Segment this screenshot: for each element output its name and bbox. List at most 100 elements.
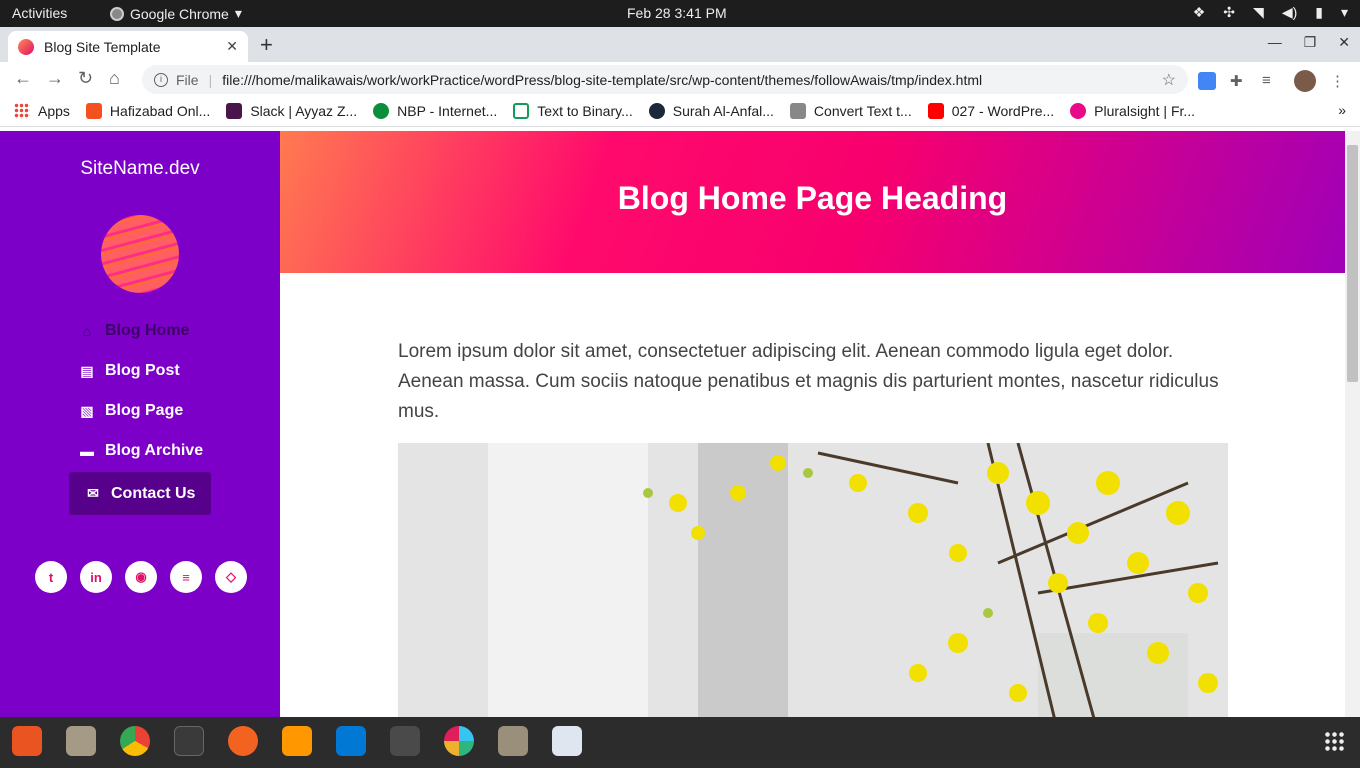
bookmark-item[interactable]: 027 - WordPre... (927, 103, 1054, 119)
slack-icon (226, 103, 243, 119)
info-icon[interactable]: i (154, 72, 168, 87)
tab-title: Blog Site Template (44, 38, 161, 55)
kebab-menu-icon[interactable]: ⋮ (1330, 72, 1348, 90)
forsythia-flowers-image (398, 443, 1228, 717)
nbp-icon (373, 103, 390, 119)
text-editor-icon[interactable] (552, 726, 582, 756)
binary-icon (513, 103, 530, 119)
show-applications-icon[interactable] (1324, 731, 1344, 751)
favicon-icon (18, 38, 34, 55)
page-heading: Blog Home Page Heading (617, 180, 1008, 216)
activities-button[interactable]: Activities (12, 5, 67, 21)
bookmark-item[interactable]: Slack | Ayyaz Z... (226, 103, 357, 119)
scrollbar-thumb[interactable] (1347, 145, 1358, 382)
battery-icon[interactable]: ▮ (1315, 4, 1323, 21)
blogger-icon (85, 103, 102, 119)
stackoverflow-icon[interactable]: ≡ (170, 561, 202, 593)
wifi-icon[interactable]: ◥ (1253, 4, 1264, 21)
home-icon[interactable]: ⌂ (109, 68, 120, 89)
post-body-text: Lorem ipsum dolor sit amet, consectetuer… (398, 341, 1219, 422)
close-icon[interactable]: ✕ (226, 38, 238, 55)
home-icon: ⌂ (82, 323, 92, 339)
sidebar-nav: ⌂ Blog Home ▤ Blog Post ▧ Blog Page ▬ Blog A… (69, 311, 211, 515)
app-name: Google Chrome (130, 5, 229, 22)
bookmark-item[interactable]: Hafizabad Onl... (85, 103, 210, 119)
nav-blog-home[interactable]: ⌂ Blog Home (69, 311, 211, 351)
translate-icon[interactable] (1198, 72, 1216, 90)
bookmark-item[interactable]: Pluralsight | Fr... (1070, 103, 1195, 119)
envelope-icon: ✉ (87, 485, 99, 501)
clock[interactable]: Feb 28 3:41 PM (627, 5, 727, 21)
browser-tab[interactable]: Blog Site Template ✕ (8, 31, 248, 62)
tab-strip: Blog Site Template ✕ + — ❐ ✕ (0, 27, 1360, 62)
scheme-label: File (176, 71, 199, 88)
wrench-icon (789, 103, 806, 119)
archive-icon: ▬ (80, 443, 94, 459)
github-icon[interactable]: ◉ (125, 561, 157, 593)
vscode-icon[interactable] (336, 726, 366, 756)
chrome-icon (110, 6, 124, 21)
calculator-icon[interactable] (390, 726, 420, 756)
nav-blog-page[interactable]: ▧ Blog Page (69, 391, 211, 431)
nav-blog-post[interactable]: ▤ Blog Post (69, 351, 211, 391)
address-bar[interactable]: i File | file:///home/malikawais/work/wo… (142, 65, 1188, 94)
forward-arrow-icon[interactable]: → (46, 68, 64, 89)
window-controls: — ❐ ✕ (1268, 34, 1350, 51)
volume-icon[interactable]: ◀) (1282, 4, 1297, 21)
codepen-icon[interactable]: ◇ (215, 561, 247, 593)
star-icon[interactable]: ☆ (1162, 70, 1176, 90)
site-name[interactable]: SiteName.dev (0, 158, 280, 180)
sublime-icon[interactable] (282, 726, 312, 756)
back-arrow-icon[interactable]: ← (14, 68, 32, 89)
browser-toolbar: ← → ↻ ⌂ i File | file:///home/malikawais… (0, 62, 1360, 96)
taskbar-dock (0, 717, 1360, 768)
files-icon[interactable] (66, 726, 96, 756)
terminal-icon[interactable] (174, 726, 204, 756)
app-menu[interactable]: Google Chrome ▾ (110, 5, 242, 22)
extensions-puzzle-icon[interactable]: ✚ (1230, 72, 1248, 90)
social-links: t in ◉ ≡ ◇ (35, 561, 247, 593)
linkedin-icon[interactable]: in (80, 561, 112, 593)
minimize-icon[interactable]: — (1268, 34, 1282, 51)
sidebar: SiteName.dev ⌂ Blog Home ▤ Blog Post ▧ Blog… (0, 131, 280, 717)
featured-image (398, 443, 1228, 717)
site-logo[interactable] (101, 215, 179, 293)
apps-grid-icon (14, 103, 30, 119)
bookmarks-bar: Apps Hafizabad Onl... Slack | Ayyaz Z...… (0, 96, 1360, 127)
pluralsight-icon (1070, 103, 1087, 119)
bookmark-item[interactable]: Text to Binary... (513, 103, 633, 119)
system-tray[interactable]: ❖ ✣ ◥ ◀) ▮ ▾ (1193, 4, 1348, 21)
page-viewport: SiteName.dev ⌂ Blog Home ▤ Blog Post ▧ Blog… (0, 131, 1360, 717)
hero-banner: Blog Home Page Heading (280, 131, 1345, 273)
slack-dock-icon[interactable] (444, 726, 474, 756)
nav-contact-us[interactable]: ✉ Contact Us (69, 472, 211, 515)
profile-avatar[interactable] (1294, 70, 1316, 92)
file-icon: ▤ (80, 362, 94, 379)
bookmark-apps[interactable]: Apps (14, 103, 70, 119)
new-tab-button[interactable]: + (260, 32, 273, 58)
chevron-down-icon[interactable]: ▾ (1341, 4, 1348, 21)
twitter-icon[interactable]: t (35, 561, 67, 593)
chrome-dock-icon[interactable] (120, 726, 150, 756)
maximize-icon[interactable]: ❐ (1304, 34, 1317, 51)
bookmarks-overflow-button[interactable]: » (1338, 102, 1346, 118)
reload-icon[interactable]: ↻ (78, 68, 93, 89)
close-window-icon[interactable]: ✕ (1338, 34, 1350, 51)
archive-manager-icon[interactable] (498, 726, 528, 756)
page-scrollbar[interactable] (1345, 131, 1360, 717)
file-image-icon: ▧ (80, 402, 94, 419)
media-control-icon[interactable]: ≡ (1262, 72, 1280, 90)
dropbox-icon[interactable]: ❖ (1193, 4, 1206, 21)
url-text[interactable]: file:///home/malikawais/work/workPractic… (222, 72, 1161, 88)
bookmark-item[interactable]: Convert Text t... (789, 103, 912, 119)
chevron-down-icon: ▾ (234, 5, 242, 21)
postman-icon[interactable] (228, 726, 258, 756)
quran-icon (648, 103, 665, 119)
nav-blog-archive[interactable]: ▬ Blog Archive (69, 431, 211, 471)
bookmark-item[interactable]: Surah Al-Anfal... (648, 103, 774, 119)
software-center-icon[interactable] (12, 726, 42, 756)
system-top-bar: Activities Google Chrome ▾ Feb 28 3:41 P… (0, 0, 1360, 27)
bookmark-item[interactable]: NBP - Internet... (373, 103, 497, 119)
extensions-area: ✚ ≡ ⋮ (1198, 70, 1348, 92)
slack-tray-icon[interactable]: ✣ (1223, 4, 1235, 21)
